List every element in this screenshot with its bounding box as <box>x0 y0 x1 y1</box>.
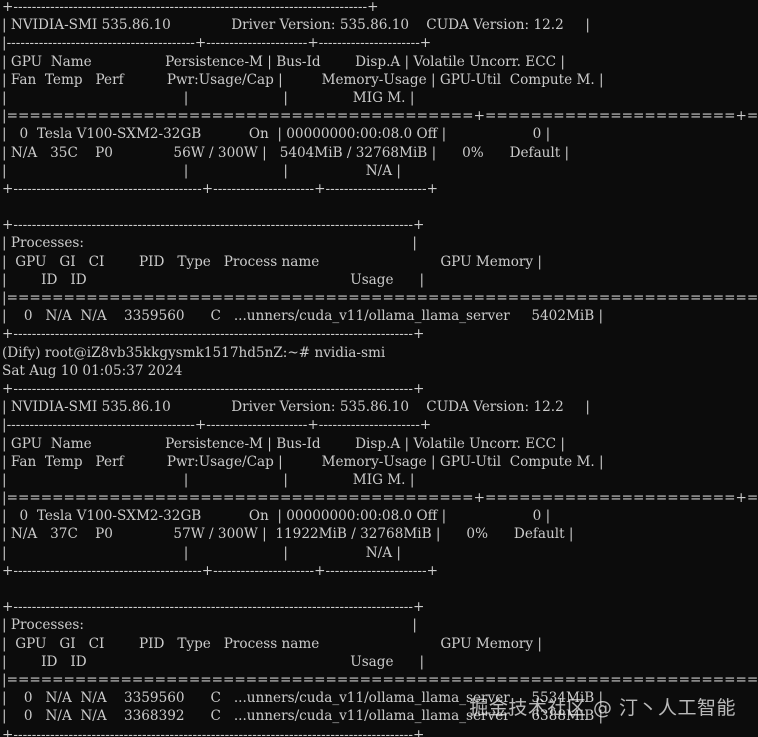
terminal-window[interactable]: +---------------------------------------… <box>0 0 758 737</box>
terminal-line: | 0 Tesla V100-SXM2-32GB On | 00000000:0… <box>2 508 551 525</box>
terminal-output: +---------------------------------------… <box>2 0 758 737</box>
terminal-line: |=======================================… <box>2 671 758 688</box>
terminal-line: | NVIDIA-SMI 535.86.10 Driver Version: 5… <box>2 399 590 416</box>
terminal-line: |=======================================… <box>2 290 758 306</box>
terminal-line: | Fan Temp Perf Pwr:Usage/Cap | Memory-U… <box>2 71 604 88</box>
terminal-line: +---------------------------------------… <box>2 180 438 197</box>
terminal-line: +---------------------------------------… <box>2 0 379 15</box>
terminal-line: +---------------------------------------… <box>2 326 425 343</box>
terminal-line: |---------------------------------------… <box>2 35 432 52</box>
terminal-line: |=======================================… <box>2 108 758 125</box>
terminal-line: | GPU Name Persistence-M | Bus-Id Disp.A… <box>2 53 565 70</box>
terminal-line: | 0 N/A N/A 3359560 C ...unners/cuda_v11… <box>2 308 604 325</box>
terminal-line: | Processes: | <box>2 617 417 634</box>
terminal-line: +---------------------------------------… <box>2 726 425 737</box>
terminal-line: +---------------------------------------… <box>2 217 425 234</box>
terminal-line: | Fan Temp Perf Pwr:Usage/Cap | Memory-U… <box>2 453 604 470</box>
terminal-line: | GPU Name Persistence-M | Bus-Id Disp.A… <box>2 435 565 452</box>
terminal-line: | ID ID Usage | <box>2 653 425 670</box>
watermark: 掘金技术社区 @ 汀丶人工智能 <box>469 696 736 719</box>
terminal-line: +---------------------------------------… <box>2 380 425 397</box>
terminal-line: | | | N/A | <box>2 544 401 561</box>
terminal-line: Sat Aug 10 01:05:37 2024 <box>2 362 183 379</box>
terminal-line: +---------------------------------------… <box>2 599 425 616</box>
terminal-line: |=======================================… <box>2 490 758 507</box>
terminal-line: | NVIDIA-SMI 535.86.10 Driver Version: 5… <box>2 17 590 34</box>
terminal-line: | GPU GI CI PID Type Process name GPU Me… <box>2 253 542 270</box>
terminal-line: | Processes: | <box>2 235 417 252</box>
terminal-line: | 0 Tesla V100-SXM2-32GB On | 00000000:0… <box>2 126 551 143</box>
terminal-line: | | | N/A | <box>2 162 401 179</box>
terminal-line: | N/A 35C P0 56W / 300W | 5404MiB / 3276… <box>2 144 570 161</box>
terminal-line: (Dify) root@iZ8vb35kkgysmk1517hd5nZ:~# n… <box>2 344 386 361</box>
terminal-line: +---------------------------------------… <box>2 562 438 579</box>
terminal-line: |---------------------------------------… <box>2 417 432 434</box>
terminal-line: | | | MIG M. | <box>2 89 415 106</box>
terminal-line: | N/A 37C P0 57W / 300W | 11922MiB / 327… <box>2 526 574 543</box>
terminal-line: | | | MIG M. | <box>2 471 415 488</box>
terminal-line: | ID ID Usage | <box>2 271 425 288</box>
terminal-line: | GPU GI CI PID Type Process name GPU Me… <box>2 635 542 652</box>
